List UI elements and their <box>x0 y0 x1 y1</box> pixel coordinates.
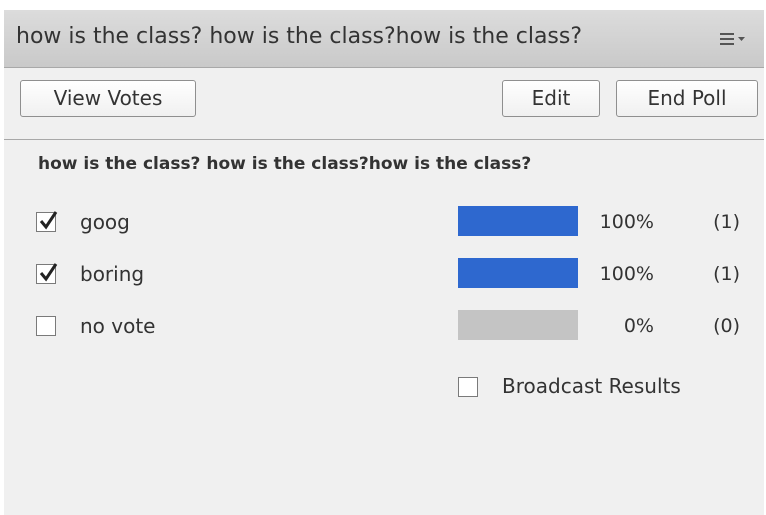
checkmark-icon <box>39 211 58 230</box>
result-percent: 100% <box>599 211 654 233</box>
answer-checkbox[interactable] <box>36 211 58 232</box>
pod-title: how is the class? how is the class?how i… <box>16 24 583 49</box>
edit-button[interactable]: Edit <box>502 80 600 117</box>
result-bar-fill <box>458 206 578 236</box>
result-bar <box>458 258 578 288</box>
result-percent: 100% <box>599 263 654 285</box>
answer-checkbox[interactable] <box>36 316 56 336</box>
checkmark-icon <box>39 263 58 282</box>
result-count: (1) <box>713 211 740 233</box>
answer-label: goog <box>80 210 130 234</box>
poll-pod: how is the class? how is the class?how i… <box>4 10 764 515</box>
result-bar <box>458 206 578 236</box>
menu-icon[interactable] <box>716 28 752 50</box>
poll-question: how is the class? how is the class?how i… <box>38 154 532 174</box>
answer-row: goog 100% (1) <box>4 206 764 246</box>
result-bar <box>458 310 578 340</box>
answer-label: no vote <box>80 314 156 338</box>
result-percent: 0% <box>623 315 654 337</box>
answer-row: no vote 0% (0) <box>4 310 764 350</box>
result-count: (1) <box>713 263 740 285</box>
poll-toolbar: View Votes Edit End Poll <box>4 68 764 140</box>
result-bar-fill <box>458 258 578 288</box>
broadcast-results-label: Broadcast Results <box>502 374 681 398</box>
view-votes-button[interactable]: View Votes <box>20 80 196 117</box>
answer-row: boring 100% (1) <box>4 258 764 298</box>
end-poll-button[interactable]: End Poll <box>616 80 758 117</box>
broadcast-results-checkbox[interactable] <box>458 377 478 397</box>
result-count: (0) <box>713 315 740 337</box>
pod-title-bar: how is the class? how is the class?how i… <box>4 10 764 68</box>
answer-checkbox[interactable] <box>36 263 58 284</box>
answer-label: boring <box>80 262 145 286</box>
